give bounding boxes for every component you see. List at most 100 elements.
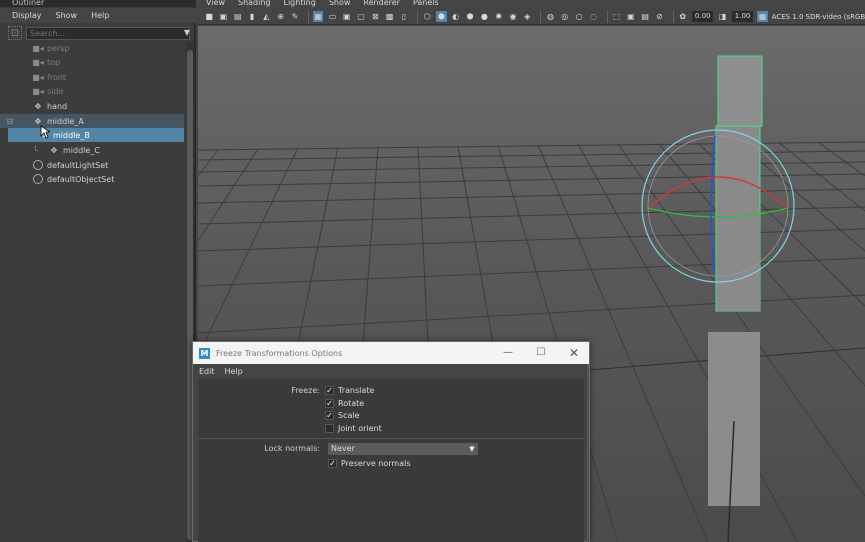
resolution-gate-icon[interactable]: ▣ [342,11,352,22]
outliner-item-middle-c[interactable]: └ ✥ middle_C [0,143,184,157]
safe-action-icon[interactable]: ▩ [385,11,395,22]
middle-c-bone[interactable] [708,332,760,506]
mouse-cursor-icon [40,125,50,139]
shadows-icon[interactable]: ✺ [494,11,504,22]
grease-pencil-icon[interactable]: ✎ [290,11,300,22]
camera-icon: ■◂ [32,72,44,82]
2d-pan-icon[interactable]: ⊕ [275,11,285,22]
bookmark-icon[interactable]: ▤ [233,11,243,22]
joint-chain[interactable] [708,55,763,542]
color-space-selector[interactable]: ACES 1.0 SDR-video (sRGB [772,13,865,21]
outliner-item-front[interactable]: ■◂ front [0,70,184,84]
chevron-down-icon: ▼ [469,445,475,453]
translate-checkbox[interactable]: ✓ [325,386,334,395]
menu-help[interactable]: Help [225,367,243,376]
outliner-menu-bar: Display Show Help [0,8,196,23]
translate-label: Translate [338,386,375,395]
no-entry-icon[interactable]: ⊘ [654,11,664,22]
dialog-title: Freeze Transformations Options [216,348,343,358]
smooth-shade-icon[interactable]: ⬢ [436,11,447,22]
menu-show[interactable]: Show [329,0,351,7]
exposure-field[interactable]: 0.00 [691,11,714,22]
camera-attributes-icon[interactable]: ▣ [218,11,228,22]
outliner-item-hand[interactable]: ✥ hand [0,99,184,113]
exposure-icon[interactable]: ✿ [678,11,688,22]
outliner-item-middle-a[interactable]: ⊟ ✥ middle_A [0,114,184,128]
film-gate-icon[interactable]: ▭ [327,11,337,22]
textured-icon[interactable]: ⬢ [465,11,475,22]
use-all-lights-icon[interactable]: ● [479,11,489,22]
search-row: ⊡ ▼ [0,25,196,41]
middle-a-bone[interactable] [717,55,763,127]
menu-help[interactable]: Help [91,11,109,20]
viewport-toolbar: ■ ▣ ▤ ▮ ◭ ⊕ ✎ ▦ ▭ ▣ ▢ ⊠ ▩ ▯ ⬡ ⬢ ◐ ⬢ ● ✺ … [198,9,865,25]
isolate-icon[interactable]: ⬚ [611,11,621,22]
dialog-titlebar[interactable]: M Freeze Transformations Options — ☐ ✕ [193,342,589,364]
outliner-item-side[interactable]: ■◂ side [0,84,184,98]
camera-icon: ■◂ [32,43,44,53]
collapse-icon[interactable]: ⊟ [0,117,20,126]
scale-checkbox[interactable]: ✓ [325,411,334,420]
joint-orient-label: Joint orient [338,424,382,433]
joint-icon: ✥ [50,145,58,155]
menu-panels[interactable]: Panels [413,0,439,7]
outliner-item-defaultobjectset[interactable]: defaultObjectSet [0,172,184,186]
menu-view[interactable]: View [206,0,225,7]
filter-icon[interactable]: ⊡ [8,26,22,40]
menu-display[interactable]: Display [12,11,42,20]
freeze-transformations-dialog: M Freeze Transformations Options — ☐ ✕ E… [192,341,590,542]
menu-lighting[interactable]: Lighting [283,0,315,7]
motion-blur-icon[interactable]: ◈ [522,11,532,22]
minimize-button[interactable]: — [500,346,516,360]
gamma-field[interactable]: 1.00 [731,11,754,22]
isolate-select-icon[interactable]: ◍ [545,11,555,22]
menu-show[interactable]: Show [56,11,78,20]
maya-logo-icon: M [199,347,210,359]
safe-title-icon[interactable]: ▯ [399,11,409,22]
search-input[interactable] [26,26,190,40]
backface-culling-icon[interactable]: ◌ [588,11,598,22]
outliner-item-persp[interactable]: ■◂ persp [0,41,184,55]
divider [198,438,584,439]
dialog-options-panel: Freeze: ✓ Translate ✓ Rotate ✓ Scale Joi… [198,379,584,542]
maximize-button[interactable]: ☐ [533,346,549,360]
camera-icon[interactable]: ■ [204,11,214,22]
dialog-menu-bar: Edit Help [193,364,589,378]
preserve-normals-checkbox[interactable]: ✓ [328,459,337,468]
wireframe-on-shaded-icon[interactable]: ◐ [451,11,461,22]
image-plane-icon[interactable]: ◭ [261,11,271,22]
xray-icon[interactable]: ◎ [560,11,570,22]
viewport-menu-bar: View Shading Lighting Show Renderer Pane… [198,0,865,9]
freeze-label: Freeze: [291,386,320,395]
bookmark-flag-icon[interactable]: ▮ [247,11,257,22]
playblast-icon[interactable]: ▤ [640,11,650,22]
scale-label: Scale [338,411,360,420]
joint-orient-checkbox[interactable] [325,424,334,433]
field-chart-icon[interactable]: ⊠ [370,11,380,22]
joint-icon: ✥ [34,101,42,111]
lock-normals-label: Lock normals: [264,444,320,453]
camera-icon: ■◂ [32,86,44,96]
color-management-icon[interactable]: ▦ [757,11,768,22]
dialog-scrollbar[interactable] [587,364,589,542]
menu-renderer[interactable]: Renderer [363,0,400,7]
snapshot-icon[interactable]: ▣ [626,11,636,22]
outliner-item-defaultlightset[interactable]: defaultLightSet [0,158,184,172]
set-icon [33,160,43,170]
menu-edit[interactable]: Edit [199,367,215,376]
close-button[interactable]: ✕ [566,346,582,360]
xray-joints-icon[interactable]: ○ [574,11,584,22]
grid-icon[interactable]: ▦ [313,11,324,22]
outliner-title: Outliner [0,0,196,7]
wireframe-icon[interactable]: ⬡ [422,11,432,22]
rotate-checkbox[interactable]: ✓ [325,399,334,408]
menu-shading[interactable]: Shading [238,0,271,7]
gate-mask-icon[interactable]: ▢ [356,11,366,22]
outliner-item-top[interactable]: ■◂ top [0,55,184,69]
outliner-item-middle-b[interactable]: ✥ middle_B [8,128,184,142]
lock-normals-dropdown[interactable]: Never ▼ [328,443,478,455]
search-dropdown-icon[interactable]: ▼ [184,28,190,37]
screen-space-ao-icon[interactable]: ◉ [508,11,518,22]
set-icon [33,174,43,184]
gamma-icon[interactable]: ◨ [717,11,727,22]
